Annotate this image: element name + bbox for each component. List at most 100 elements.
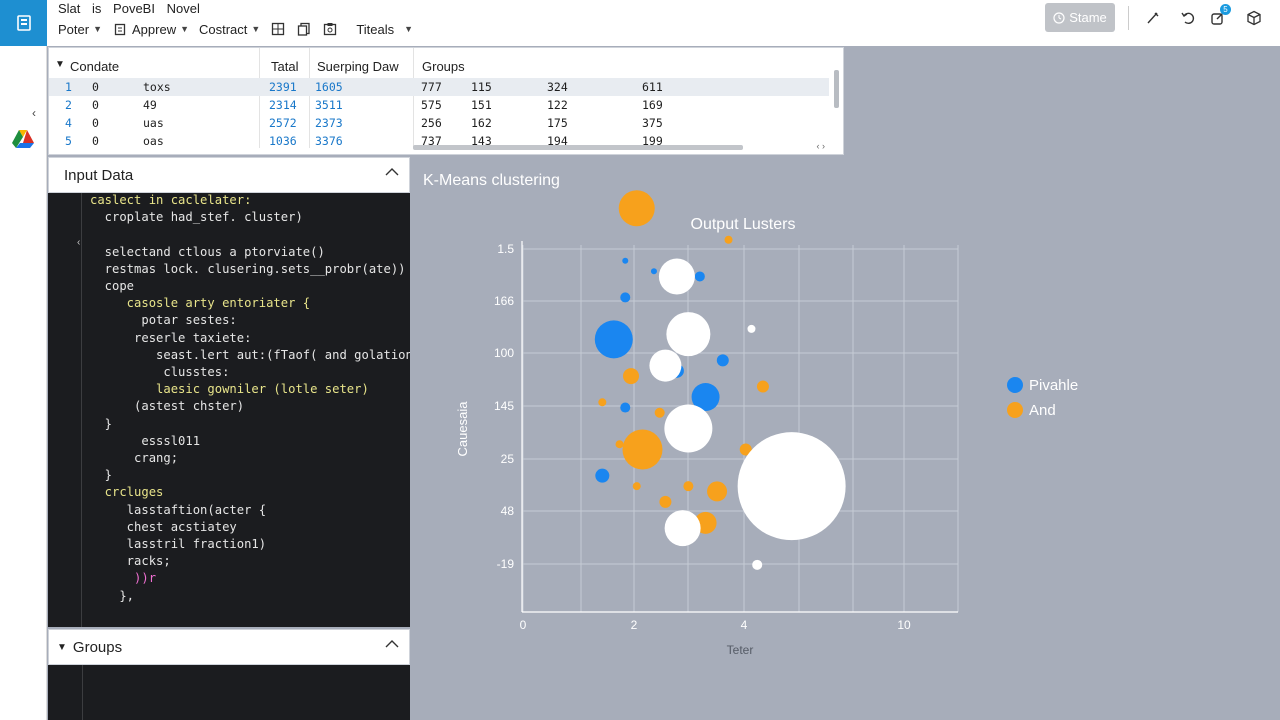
legend-swatch — [1007, 377, 1023, 393]
notification-badge: 5 — [1220, 4, 1231, 15]
menu-titeals[interactable]: Titeals ▼ — [356, 22, 413, 37]
data-point[interactable] — [620, 292, 631, 303]
undo-icon[interactable] — [1178, 8, 1198, 28]
vertical-scrollbar[interactable] — [834, 70, 839, 108]
chart-title: Output Lusters — [691, 216, 796, 233]
data-point[interactable] — [716, 354, 729, 367]
data-point[interactable] — [615, 440, 624, 449]
code-line: crcluges — [90, 485, 164, 500]
table-icon[interactable] — [270, 21, 286, 37]
menu-label: Titeals — [356, 21, 395, 37]
code-line: potar sestes: — [90, 313, 237, 328]
data-point[interactable] — [658, 258, 695, 295]
menu-costract[interactable]: Costract ▼ — [199, 22, 260, 37]
chevron-down-icon[interactable]: ▼ — [57, 642, 67, 653]
collapse-chevron-icon[interactable]: ‹ — [32, 106, 36, 120]
cell: 2373 — [315, 116, 343, 130]
input-data-header[interactable]: Input Data — [48, 157, 410, 193]
data-point[interactable] — [664, 404, 713, 453]
code-line: racks; — [90, 554, 171, 569]
data-point[interactable] — [707, 481, 728, 502]
column-header[interactable]: Tatal — [271, 59, 298, 74]
cell: 115 — [471, 80, 492, 94]
data-point[interactable] — [594, 320, 633, 359]
data-point[interactable] — [752, 559, 763, 570]
column-header[interactable]: Suerping Daw — [317, 59, 399, 74]
data-point[interactable] — [724, 235, 733, 244]
data-point[interactable] — [618, 190, 655, 227]
code-line: lasstaftion(acter { — [90, 502, 267, 517]
window-title: Slat is PoveBI Novel — [58, 1, 208, 16]
menu-apprew[interactable]: Apprew ▼ — [132, 22, 189, 37]
chevron-down-icon: ▼ — [180, 24, 189, 34]
x-tick-label: 2 — [631, 618, 638, 632]
groups-header[interactable]: ▼ Groups — [48, 629, 410, 665]
cell: 169 — [642, 98, 663, 112]
table-row[interactable]: 4 0 uas 2572 2373 256 162 175 375 — [49, 114, 829, 132]
share-button[interactable]: Stame — [1045, 3, 1115, 32]
cell: 2572 — [269, 116, 297, 130]
cell: oas — [143, 134, 164, 148]
data-point[interactable] — [654, 407, 665, 418]
chevron-down-icon: ▼ — [404, 24, 414, 34]
data-point[interactable] — [598, 398, 607, 407]
file-icon[interactable] — [112, 21, 128, 37]
data-point[interactable] — [620, 402, 631, 413]
code-line: seast.lert aut:(fTaof( and golation() — [90, 347, 410, 362]
code-line: laesic gowniler (lotle seter) — [90, 382, 369, 397]
code-line: crang; — [90, 451, 179, 465]
scatter-chart[interactable]: 1.5 166 100 145 25 48 -19 0 2 4 10 Output Lusters Te… — [413, 157, 1280, 720]
data-point[interactable] — [650, 268, 657, 275]
data-point[interactable] — [623, 368, 639, 385]
image-icon[interactable] — [322, 21, 338, 37]
cell: 324 — [547, 80, 568, 94]
code-editor[interactable]: ‹ caslect in caclelater: croplate had_st… — [48, 193, 410, 627]
cell: 256 — [421, 116, 442, 130]
cell: 122 — [547, 98, 568, 112]
drive-logo-icon[interactable] — [11, 129, 35, 154]
data-point[interactable] — [666, 312, 711, 357]
data-point[interactable] — [622, 429, 663, 470]
powerbi-window: Slat is PoveBI Novel Poter ▼ Apprew ▼ Cost… — [0, 0, 1280, 720]
column-header[interactable]: Groups — [422, 59, 465, 74]
chart-visual[interactable]: K-Means clustering 1.5 166 100 145 25 48 -19 0 2… — [413, 157, 1280, 720]
table-row[interactable]: 1 0 toxs 2391 1605 777 115 324 611 — [49, 78, 829, 96]
data-point[interactable] — [595, 468, 610, 483]
code-line: restmas lock. clusering.sets__probr(ate)… — [90, 261, 406, 276]
y-tick-label: 100 — [494, 346, 514, 360]
data-point[interactable] — [756, 380, 769, 393]
column-header[interactable]: Condate — [70, 59, 119, 74]
code-line: } — [90, 468, 113, 483]
code-line: esssl011 — [90, 433, 201, 448]
data-point[interactable] — [622, 257, 629, 264]
legend-label[interactable]: And — [1029, 402, 1056, 419]
notifications-icon[interactable]: 5 — [1208, 4, 1231, 28]
fold-marker-icon[interactable]: ‹ — [77, 237, 80, 248]
data-point[interactable] — [659, 495, 672, 508]
data-point[interactable] — [737, 432, 846, 541]
pen-icon[interactable] — [1143, 8, 1163, 28]
cell: 2391 — [269, 80, 297, 94]
data-point[interactable] — [683, 481, 694, 492]
data-table: ▼ Condate Tatal Suerping Daw Groups 1 0 … — [48, 47, 844, 155]
app-logo-icon[interactable] — [0, 0, 47, 46]
scroll-arrows-icon[interactable]: ‹ › — [817, 141, 826, 151]
chevron-up-icon[interactable] — [385, 166, 399, 180]
cube-icon[interactable] — [1244, 8, 1264, 28]
data-point[interactable] — [649, 349, 682, 382]
groups-editor[interactable] — [48, 665, 410, 720]
copy-icon[interactable] — [296, 21, 312, 37]
legend-label[interactable]: Pivahle — [1029, 377, 1078, 394]
data-point[interactable] — [632, 482, 641, 491]
y-tick-label: 1.5 — [497, 242, 514, 256]
cell: 611 — [642, 80, 663, 94]
data-point[interactable] — [664, 510, 701, 547]
menu-poter[interactable]: Poter ▼ — [58, 22, 102, 37]
chevron-down-icon[interactable]: ▼ — [55, 59, 65, 70]
cell: toxs — [143, 80, 171, 94]
horizontal-scrollbar[interactable] — [413, 145, 743, 150]
data-point[interactable] — [694, 271, 705, 282]
table-row[interactable]: 2 0 49 2314 3511 575 151 122 169 — [49, 96, 829, 114]
chevron-up-icon[interactable] — [385, 638, 399, 652]
data-point[interactable] — [747, 324, 756, 333]
